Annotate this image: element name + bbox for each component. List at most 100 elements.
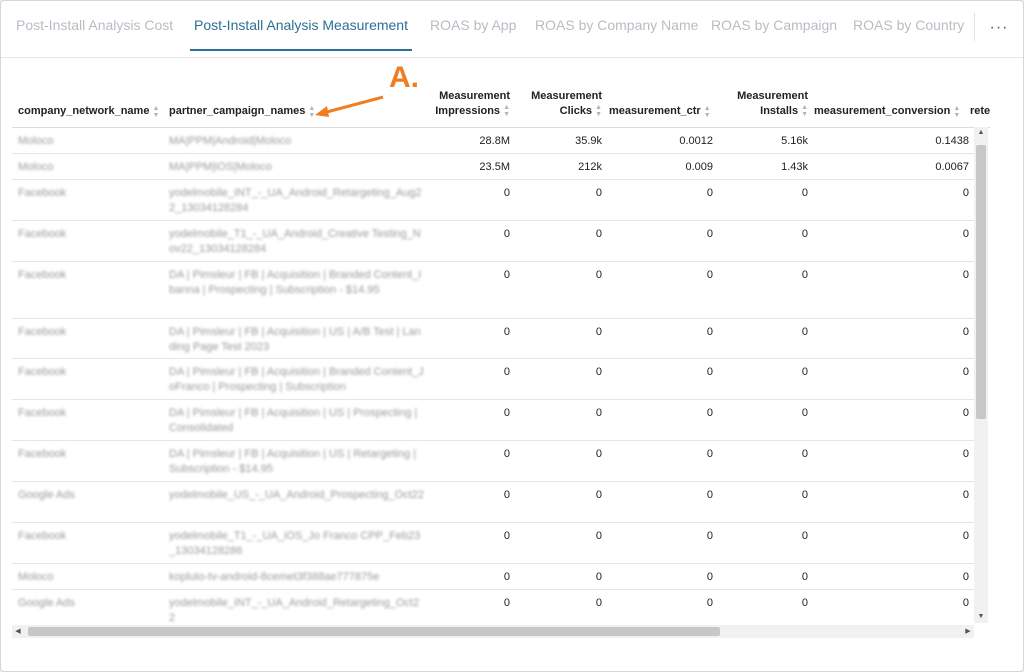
scroll-left-icon[interactable]: ◀ xyxy=(12,625,24,638)
sort-icon[interactable]: ▲ ▼ xyxy=(704,105,711,119)
sort-icon[interactable]: ▲ ▼ xyxy=(308,105,315,119)
cell-campaign: kopluto-tv-android-8cemet3f388ae777875e xyxy=(169,571,380,583)
sort-icon[interactable]: ▲ ▼ xyxy=(953,105,960,119)
cell-installs: 5.16k xyxy=(781,135,808,147)
sort-icon[interactable]: ▲ ▼ xyxy=(503,104,510,118)
tab-roas-by-app[interactable]: ROAS by App xyxy=(430,17,516,53)
cell-ctr: 0 xyxy=(706,228,713,240)
cell-company: Facebook xyxy=(18,366,67,378)
table-row[interactable]: Moloco MA|PPM|iOS|Moloco 23.5M 212k 0.009 1.4… xyxy=(12,154,974,180)
cell-ctr: 0 xyxy=(706,269,713,281)
cell-installs: 0 xyxy=(801,489,808,501)
cell-impressions: 23.5M xyxy=(479,161,510,173)
cell-ctr: 0 xyxy=(706,448,713,460)
cell-clicks: 0 xyxy=(595,228,602,240)
vertical-scroll-thumb[interactable] xyxy=(976,145,986,419)
cell-company: Moloco xyxy=(18,135,54,147)
table-row[interactable]: Facebook DA | Pimsleur | FB | Acquisition… xyxy=(12,319,974,359)
cell-installs: 0 xyxy=(801,407,808,419)
cell-ctr: 0.009 xyxy=(685,161,713,173)
table-row[interactable]: Facebook DA | Pimsleur | FB | Acquisition… xyxy=(12,400,974,441)
horizontal-scroll-thumb[interactable] xyxy=(28,627,720,636)
column-header-rete[interactable]: rete xyxy=(970,81,990,119)
cell-impressions: 0 xyxy=(503,571,510,583)
column-header-measurement-conversion[interactable]: measurement_conversion ▲ ▼ xyxy=(814,81,960,119)
more-options-icon[interactable]: ··· xyxy=(987,19,1011,39)
cell-conversion: 0 xyxy=(962,489,969,501)
column-header-measurement-ctr[interactable]: measurement_ctr ▲ ▼ xyxy=(609,81,711,119)
cell-company: Google Ads xyxy=(18,597,75,609)
column-header-measurement-impressions[interactable]: Measurement Impressions ▲ ▼ xyxy=(412,81,510,119)
cell-ctr: 0 xyxy=(706,571,713,583)
cell-conversion: 0 xyxy=(962,407,969,419)
tab-roas-by-company-name[interactable]: ROAS by Company Name xyxy=(535,17,698,53)
cell-company: Facebook xyxy=(18,326,67,338)
table-row[interactable]: Moloco kopluto-tv-android-8cemet3f388ae77… xyxy=(12,564,974,590)
scroll-right-icon[interactable]: ▶ xyxy=(962,625,974,638)
cell-conversion: 0.0067 xyxy=(935,161,969,173)
cell-impressions: 28.8M xyxy=(479,135,510,147)
tab-roas-by-country[interactable]: ROAS by Country xyxy=(853,17,964,53)
cell-company: Google Ads xyxy=(18,489,75,501)
tab-roas-by-campaign[interactable]: ROAS by Campaign xyxy=(711,17,837,53)
table-row[interactable]: Facebook DA | Pimsleur | FB | Acquisition… xyxy=(12,441,974,482)
data-table: company_network_name ▲ ▼ partner_campaign… xyxy=(12,81,990,637)
scroll-up-icon[interactable]: ▲ xyxy=(974,127,988,139)
cell-campaign: DA | Pimsleur | FB | Acquisition | US | … xyxy=(169,448,417,475)
column-header-label: rete xyxy=(970,105,990,117)
table-row[interactable]: Facebook DA | Pimsleur | FB | Acquisition… xyxy=(12,359,974,400)
sort-icon[interactable]: ▲ ▼ xyxy=(595,104,602,118)
cell-ctr: 0.0012 xyxy=(679,135,713,147)
cell-ctr: 0 xyxy=(706,597,713,609)
cell-clicks: 212k xyxy=(578,161,602,173)
cell-clicks: 0 xyxy=(595,407,602,419)
cell-conversion: 0 xyxy=(962,530,969,542)
cell-clicks: 0 xyxy=(595,597,602,609)
cell-ctr: 0 xyxy=(706,187,713,199)
cell-company: Moloco xyxy=(18,571,54,583)
tab-post-install-measurement[interactable]: Post-Install Analysis Measurement xyxy=(190,17,412,53)
cell-impressions: 0 xyxy=(503,228,510,240)
horizontal-scrollbar[interactable]: ◀ ▶ xyxy=(12,625,974,638)
column-header-label: measurement_ctr xyxy=(609,105,701,117)
cell-conversion: 0 xyxy=(962,326,969,338)
cell-campaign: DA | Pimsleur | FB | Acquisition | Brand… xyxy=(169,366,424,393)
cell-installs: 0 xyxy=(801,597,808,609)
cell-conversion: 0 xyxy=(962,597,969,609)
column-header-label: company_network_name xyxy=(18,105,150,117)
column-header-measurement-clicks[interactable]: Measurement Clicks ▲ ▼ xyxy=(510,81,602,119)
column-header-label-line1: Measurement xyxy=(531,90,602,102)
table-row[interactable]: Moloco MA|PPM|Android|Moloco 28.8M 35.9k 0.0… xyxy=(12,128,974,154)
table-row[interactable]: Google Ads yodelmobile_US_-_UA_Android_Pr… xyxy=(12,482,974,523)
cell-campaign: yodelmobile_T1_-_UA_Android_Creative Tes… xyxy=(169,228,421,255)
table-row[interactable]: Facebook yodelmobile_INT_-_UA_Android_Ret… xyxy=(12,180,974,221)
column-header-company-network-name[interactable]: company_network_name ▲ ▼ xyxy=(18,81,159,119)
cell-ctr: 0 xyxy=(706,407,713,419)
table-row[interactable]: Facebook DA | Pimsleur | FB | Acquisition… xyxy=(12,262,974,319)
cell-impressions: 0 xyxy=(503,269,510,281)
column-header-partner-campaign-names[interactable]: partner_campaign_names ▲ ▼ xyxy=(169,81,315,119)
cell-ctr: 0 xyxy=(706,530,713,542)
cell-clicks: 35.9k xyxy=(575,135,602,147)
scroll-down-icon[interactable]: ▼ xyxy=(974,611,988,623)
cell-company: Facebook xyxy=(18,228,67,240)
table-row[interactable]: Facebook yodelmobile_T1_-_UA_iOS_Jo Franc… xyxy=(12,523,974,564)
sort-icon[interactable]: ▲ ▼ xyxy=(801,104,808,118)
cell-company: Moloco xyxy=(18,161,54,173)
table-row[interactable]: Google Ads yodelmobile_INT_-_UA_Android_R… xyxy=(12,590,974,630)
cell-conversion: 0 xyxy=(962,269,969,281)
cell-campaign: MA|PPM|Android|Moloco xyxy=(169,135,292,147)
cell-clicks: 0 xyxy=(595,326,602,338)
tab-post-install-cost[interactable]: Post-Install Analysis Cost xyxy=(16,17,173,53)
column-header-measurement-installs[interactable]: Measurement Installs ▲ ▼ xyxy=(712,81,808,119)
cell-impressions: 0 xyxy=(503,597,510,609)
cell-company: Facebook xyxy=(18,448,67,460)
cell-ctr: 0 xyxy=(706,326,713,338)
cell-clicks: 0 xyxy=(595,269,602,281)
vertical-scrollbar[interactable]: ▲ ▼ xyxy=(974,127,988,623)
sort-icon[interactable]: ▲ ▼ xyxy=(152,105,159,119)
cell-installs: 0 xyxy=(801,366,808,378)
table-row[interactable]: Facebook yodelmobile_T1_-_UA_Android_Crea… xyxy=(12,221,974,262)
cell-company: Facebook xyxy=(18,407,67,419)
table-header: company_network_name ▲ ▼ partner_campaign… xyxy=(12,81,990,128)
